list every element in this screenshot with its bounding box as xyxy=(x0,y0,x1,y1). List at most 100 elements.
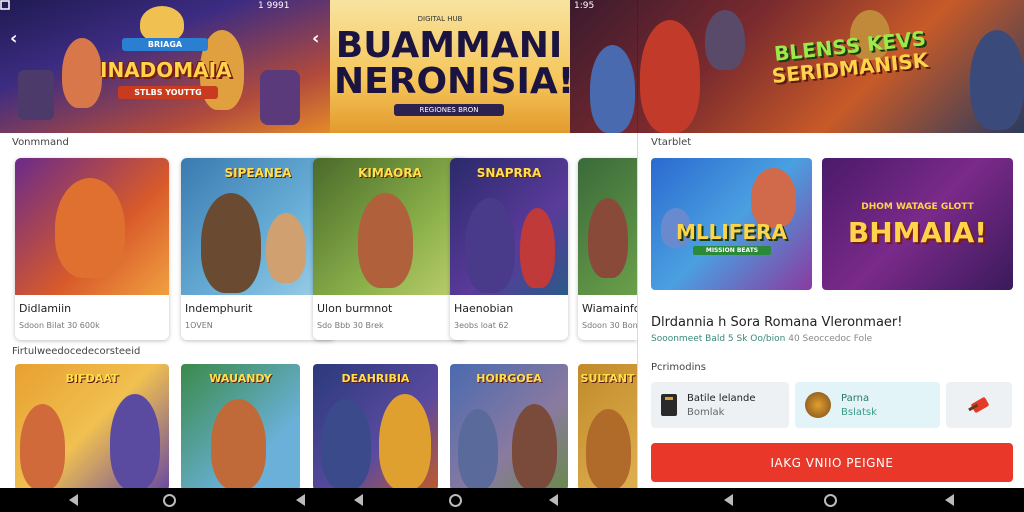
hero-rock xyxy=(260,70,300,125)
game-stats-secondary: 40 Seoccedoc Fole xyxy=(788,334,873,344)
screenshot-title: MLLIFERA xyxy=(675,220,788,244)
game-card-art xyxy=(578,158,637,295)
status-app-icon xyxy=(0,0,12,12)
nav-back-icon[interactable] xyxy=(549,494,558,506)
game-character xyxy=(751,168,796,228)
game-card-meta: 3eobs loat 62 xyxy=(454,321,509,330)
status-text: 1 9991 xyxy=(258,1,290,11)
nav-back-icon[interactable] xyxy=(354,494,363,506)
game-card-name: Ulon burmnot xyxy=(317,302,393,315)
section-label-details: Vtarblet xyxy=(651,137,692,148)
game-character xyxy=(266,213,306,283)
game-tile-title: WAUANDY xyxy=(209,372,272,385)
system-navigation-bar xyxy=(0,488,1024,512)
hero-character xyxy=(705,10,745,70)
nav-home-icon[interactable] xyxy=(449,494,462,507)
nav-home-icon[interactable] xyxy=(824,494,837,507)
game-card[interactable]: Didlamiin Sdoon Bilat 30 600k xyxy=(15,158,169,340)
status-bar-left: 1 9991 xyxy=(258,0,290,12)
game-character xyxy=(588,198,628,278)
game-tile-title: SULTANT xyxy=(580,372,635,385)
hero-left-subtitle: STLBS YOUTTG xyxy=(118,86,218,99)
hammer-icon xyxy=(968,397,989,413)
game-subtitle: Sooonmeet Bald 5 Sk Oo/bion 40 Seoccedoc… xyxy=(651,334,872,344)
hero-character xyxy=(140,6,184,42)
hero-left-title: INADOMAIA xyxy=(100,58,232,82)
game-tile[interactable]: DEAHRIBIA xyxy=(313,364,438,490)
panel-divider xyxy=(637,0,638,512)
nav-home-icon[interactable] xyxy=(163,494,176,507)
game-card-art-title: KIMAORA xyxy=(358,166,422,180)
options-section-label: Pcrimodins xyxy=(651,362,706,373)
game-card-name: Didlamiin xyxy=(19,302,72,315)
game-card-name: Indemphurit xyxy=(185,302,253,315)
game-character xyxy=(379,394,431,490)
nav-back-icon[interactable] xyxy=(296,494,305,506)
screenshot-subtitle: MISSION BEATS xyxy=(693,246,771,255)
nav-back-icon[interactable] xyxy=(724,494,733,506)
game-card-art: SNAPRRA xyxy=(450,158,568,295)
screenshot-caption: DHOM WATAGE GLOTT xyxy=(861,202,974,212)
game-character xyxy=(211,399,266,490)
hero-middle-title-line2: NERONISIA! xyxy=(334,61,575,102)
game-card-art: KIMAORA xyxy=(313,158,467,295)
game-tile[interactable]: BIFDAAT xyxy=(15,364,169,490)
game-card-meta: Sdoon 30 Bont xyxy=(582,321,637,330)
screenshot-thumbnail[interactable]: MLLIFERA MISSION BEATS xyxy=(651,158,812,290)
option-detail: Bslatsk xyxy=(841,406,877,418)
game-character xyxy=(321,399,371,490)
option-card-tool[interactable] xyxy=(946,382,1012,428)
option-detail: Bomlak xyxy=(687,406,725,418)
game-card-art xyxy=(15,158,169,295)
game-character xyxy=(55,178,125,278)
nav-back-icon[interactable] xyxy=(945,494,954,506)
game-tile[interactable]: HOIRGOEA xyxy=(450,364,568,490)
game-stats: Sooonmeet Bald 5 Sk Oo/bion xyxy=(651,334,786,344)
game-character xyxy=(201,193,261,293)
game-title: Dlrdannia h Sora Romana Vleronmaer! xyxy=(651,315,903,330)
nav-back-icon[interactable] xyxy=(69,494,78,506)
game-character xyxy=(512,404,557,490)
game-card-art-title: SNAPRRA xyxy=(476,166,542,180)
hero-character xyxy=(590,45,635,133)
hero-middle-subtitle: REGIONES BRON xyxy=(394,104,504,116)
game-character xyxy=(110,394,160,490)
game-tile-title: BIFDAAT xyxy=(65,372,119,385)
hero-middle-caption: DIGITAL HUB xyxy=(417,15,463,23)
primary-action-button[interactable]: IAKG VNIIO PEIGNE xyxy=(651,443,1013,482)
status-bar-right: 1:95 xyxy=(574,0,594,12)
game-tile[interactable]: WAUANDY xyxy=(181,364,300,490)
back-arrow-icon[interactable]: ‹ xyxy=(10,28,17,49)
game-card[interactable]: SIPEANEA Indemphurit 1OVEN xyxy=(181,158,335,340)
game-character xyxy=(358,193,413,288)
game-character xyxy=(586,409,631,490)
game-tile-title: DEAHRIBIA xyxy=(341,372,410,385)
game-card[interactable]: SNAPRRA Haenobian 3eobs loat 62 xyxy=(450,158,568,340)
hero-character xyxy=(640,20,700,133)
game-tile[interactable]: SULTANT xyxy=(578,364,637,490)
section-label-more: Firtulweedocedecorsteeid xyxy=(12,346,141,357)
app-screen: 1 9991 1:95 ‹ ‹ BRIAGA INADOMAIA STLBS Y… xyxy=(0,0,1024,512)
option-name: Parna xyxy=(841,392,870,404)
tower-icon xyxy=(661,394,677,416)
game-card-meta: 1OVEN xyxy=(185,321,213,330)
hero-left-caption: BRIAGA xyxy=(122,38,208,51)
game-card-meta: Sdoon Bilat 30 600k xyxy=(19,321,100,330)
hero-character xyxy=(62,38,102,108)
game-card[interactable]: KIMAORA Ulon burmnot Sdo Bbb 30 Brek xyxy=(313,158,467,340)
game-character xyxy=(520,208,555,288)
hero-rock xyxy=(18,70,54,120)
game-card-art: SIPEANEA xyxy=(181,158,335,295)
option-card-battle[interactable]: Batile lelande Bomlak xyxy=(651,382,789,428)
hero-character xyxy=(970,30,1024,130)
game-character xyxy=(20,404,65,490)
game-character xyxy=(465,198,515,293)
screenshot-thumbnail[interactable]: DHOM WATAGE GLOTT BHMAIA! xyxy=(822,158,1013,290)
back-arrow-icon[interactable]: ‹ xyxy=(312,28,319,49)
hero-middle-title-line1: BUAMMANI xyxy=(335,25,563,66)
game-card-name: Wiamainfor xyxy=(582,302,637,315)
game-card[interactable]: Wiamainfor Sdoon 30 Bont xyxy=(578,158,637,340)
option-card-parna[interactable]: Parna Bslatsk xyxy=(795,382,940,428)
game-card-meta: Sdo Bbb 30 Brek xyxy=(317,321,384,330)
option-name: Batile lelande xyxy=(687,392,756,404)
